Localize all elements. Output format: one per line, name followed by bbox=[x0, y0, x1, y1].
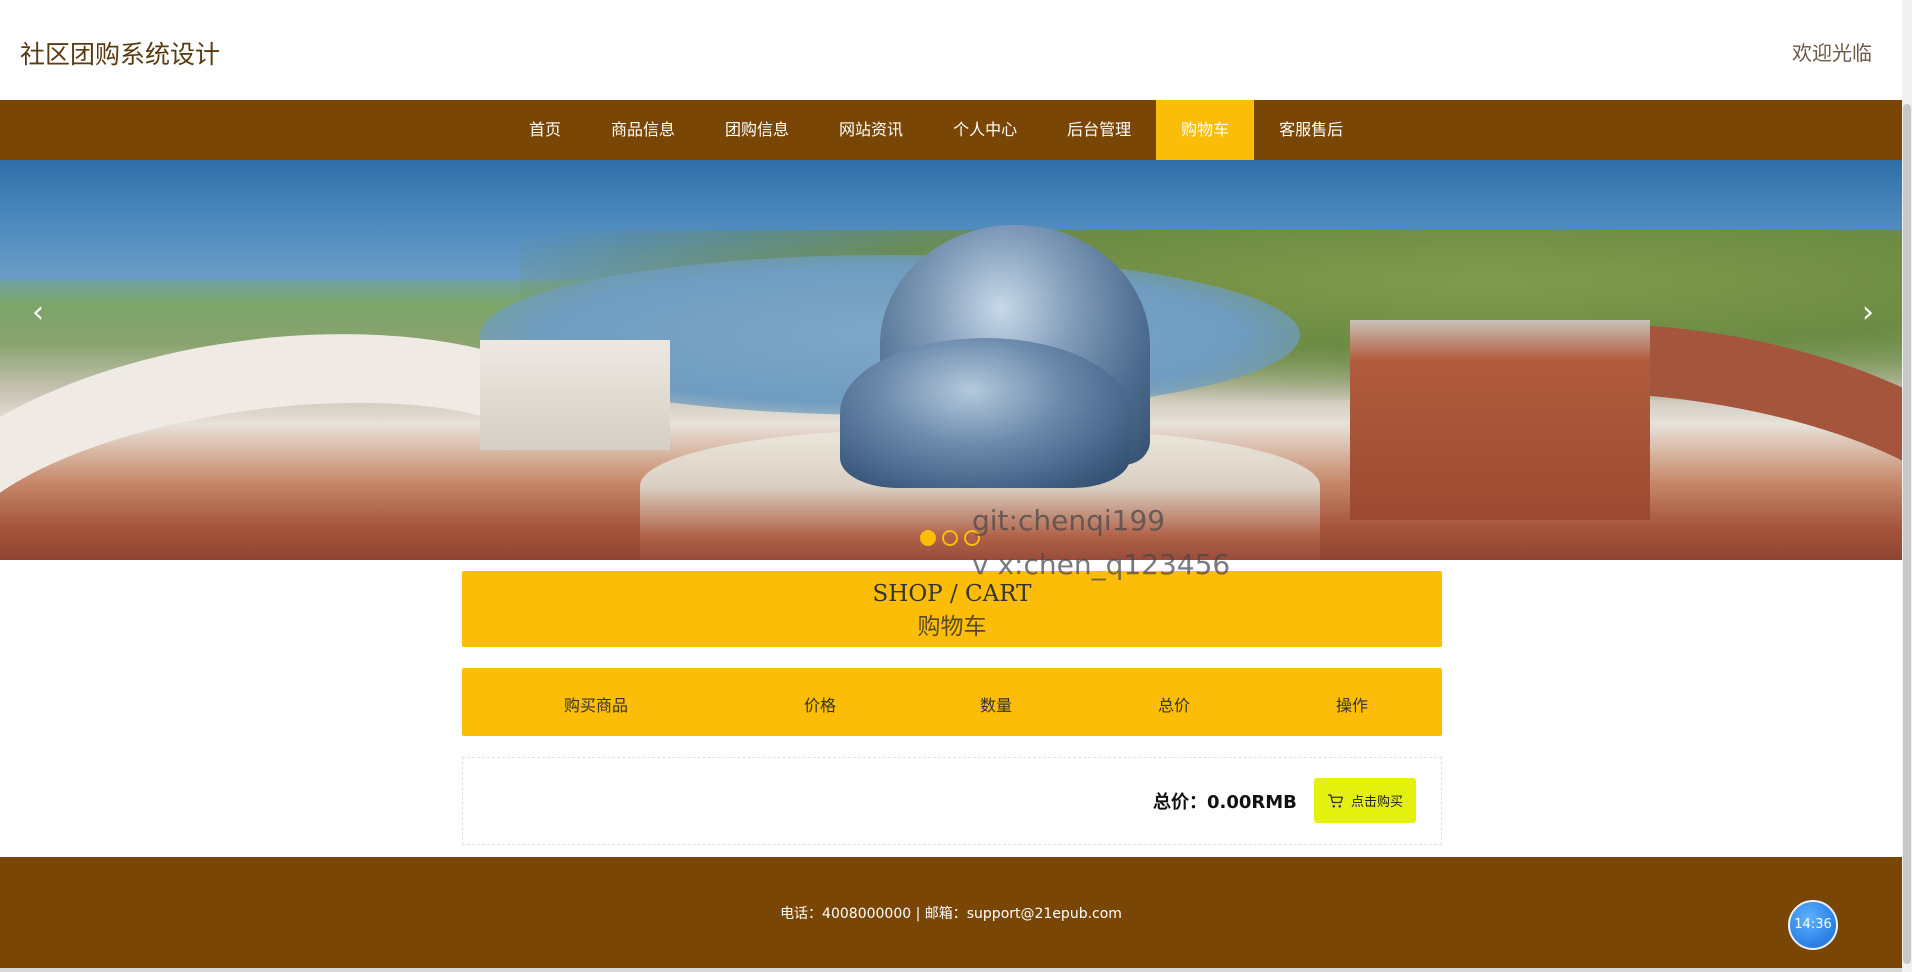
cart-icon bbox=[1327, 793, 1344, 808]
clock-badge: 14:36 bbox=[1788, 900, 1838, 950]
nav-item-home[interactable]: 首页 bbox=[504, 100, 586, 160]
cart-table-header: 购买商品 价格 数量 总价 操作 bbox=[462, 668, 1442, 736]
carousel-dot[interactable] bbox=[942, 530, 958, 546]
site-title: 社区团购系统设计 bbox=[20, 40, 221, 69]
footer: 电话：4008000000 | 邮箱：support@21epub.com bbox=[0, 857, 1902, 970]
nav-item-products[interactable]: 商品信息 bbox=[586, 100, 700, 160]
main-nav: 首页 商品信息 团购信息 网站资讯 个人中心 后台管理 购物车 客服售后 bbox=[0, 100, 1902, 160]
scrollbar-thumb[interactable] bbox=[1903, 104, 1911, 964]
nav-item-cart[interactable]: 购物车 bbox=[1156, 100, 1255, 160]
buy-button-label: 点击购买 bbox=[1350, 795, 1403, 810]
cart-summary: 总价：0.00RMB 点击购买 bbox=[462, 757, 1442, 845]
watermark-line-1: git:chenqi199 bbox=[972, 504, 1166, 537]
column-header-product: 购买商品 bbox=[564, 696, 629, 715]
nav-item-customer-service[interactable]: 客服售后 bbox=[1254, 100, 1368, 160]
cart-title-cn: 购物车 bbox=[917, 614, 987, 640]
chevron-left-icon[interactable]: ‹ bbox=[18, 288, 58, 338]
welcome-text: 欢迎光临 bbox=[1792, 41, 1872, 65]
nav-item-personal-center[interactable]: 个人中心 bbox=[928, 100, 1042, 160]
cart-title-bar: SHOP / CART 购物车 bbox=[462, 571, 1442, 647]
chevron-right-icon[interactable]: › bbox=[1848, 288, 1888, 338]
carousel-indicators bbox=[920, 530, 980, 546]
cart-title-en: SHOP / CART bbox=[872, 581, 1032, 607]
page: 社区团购系统设计 欢迎光临 首页 商品信息 团购信息 网站资讯 个人中心 后台管… bbox=[0, 0, 1912, 972]
column-header-price: 价格 bbox=[804, 696, 837, 715]
footer-contact: 电话：4008000000 | 邮箱：support@21epub.com bbox=[780, 906, 1122, 922]
page-scrollbar[interactable] bbox=[1902, 0, 1912, 972]
column-header-subtotal: 总价 bbox=[1158, 696, 1191, 715]
nav-item-admin[interactable]: 后台管理 bbox=[1042, 100, 1156, 160]
watermark-line-2: v x:chen_q123456 bbox=[972, 548, 1231, 581]
column-header-quantity: 数量 bbox=[980, 696, 1013, 715]
nav-item-news[interactable]: 网站资讯 bbox=[814, 100, 928, 160]
cart-total: 总价：0.00RMB bbox=[1153, 792, 1297, 813]
nav-item-group-buy[interactable]: 团购信息 bbox=[700, 100, 814, 160]
column-header-actions: 操作 bbox=[1336, 696, 1369, 715]
buy-button[interactable]: 点击购买 bbox=[1314, 778, 1416, 823]
carousel-dot[interactable] bbox=[920, 530, 936, 546]
nav-list: 首页 商品信息 团购信息 网站资讯 个人中心 后台管理 购物车 客服售后 bbox=[504, 100, 1368, 160]
header: 社区团购系统设计 欢迎光临 bbox=[0, 0, 1902, 100]
bottom-edge bbox=[0, 968, 1902, 972]
banner-carousel: ‹ › bbox=[0, 160, 1902, 560]
